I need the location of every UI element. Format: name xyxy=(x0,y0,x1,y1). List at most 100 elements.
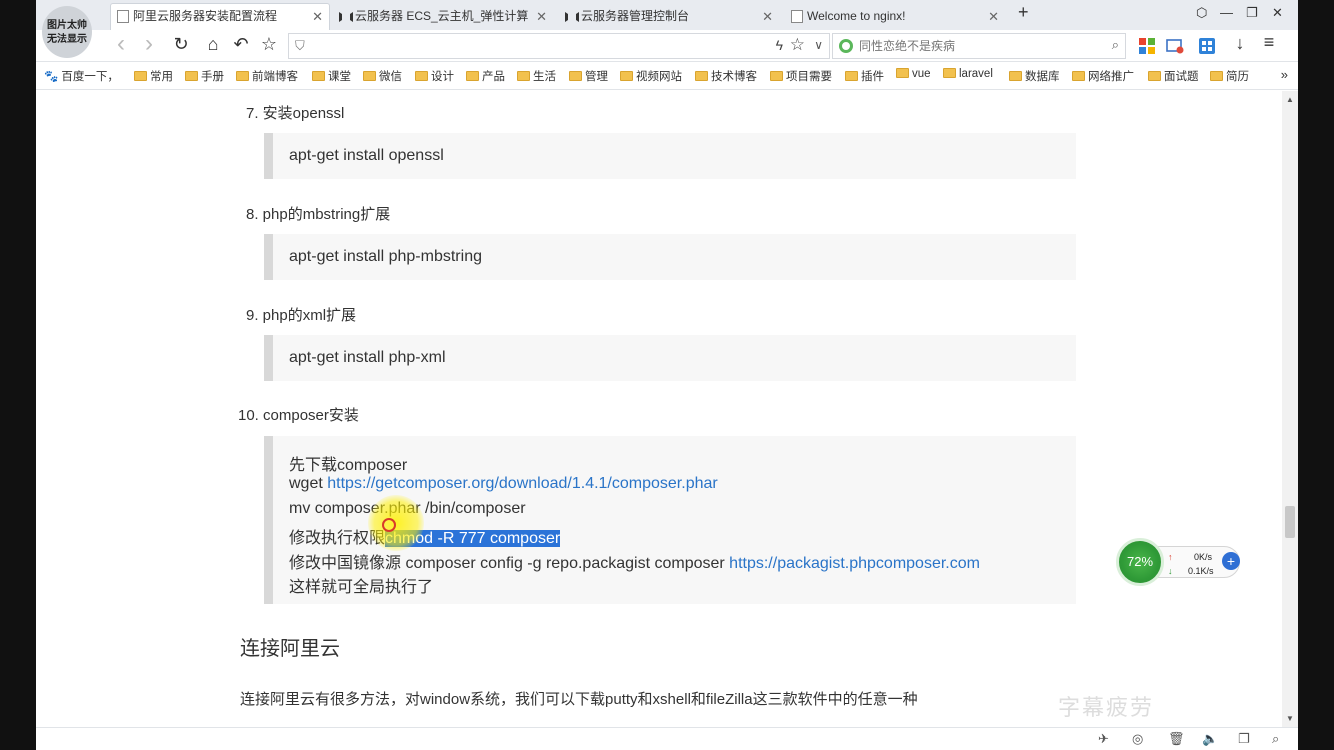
folder-icon xyxy=(363,71,376,81)
bookmarks-more-button[interactable]: » xyxy=(1281,67,1288,82)
bookmark-label: 产品 xyxy=(482,71,505,83)
bookmark-folder[interactable]: vue xyxy=(896,68,931,80)
menu-icon[interactable]: ≡ xyxy=(1258,32,1280,53)
aliyun-icon xyxy=(565,12,579,22)
folder-icon xyxy=(1009,71,1022,81)
search-box[interactable]: ⌕ xyxy=(832,33,1126,59)
step-8-heading: 8. php的mbstring扩展 xyxy=(246,206,391,223)
bookmark-folder[interactable]: 面试题 xyxy=(1148,68,1199,84)
zoom-icon[interactable]: ⌕ xyxy=(1272,731,1279,747)
section-heading: 连接阿里云 xyxy=(240,638,340,660)
reload-button[interactable]: ↻ xyxy=(170,34,192,55)
bookmark-folder[interactable]: 数据库 xyxy=(1009,68,1060,84)
tab-ecs[interactable]: 云服务器 ECS_云主机_弹性计算 ✕ xyxy=(332,3,554,30)
window-icon[interactable]: ❐ xyxy=(1238,731,1250,747)
close-icon[interactable]: ✕ xyxy=(762,4,773,29)
code-block: apt-get install openssl xyxy=(264,133,1076,179)
composer-download-link[interactable]: https://getcomposer.org/download/1.4.1/c… xyxy=(327,475,717,492)
bookmark-folder[interactable]: 前端博客 xyxy=(236,68,298,84)
restore-button[interactable]: ❐ xyxy=(1246,5,1258,21)
bookmark-folder[interactable]: 手册 xyxy=(185,68,224,84)
bookmark-folder[interactable]: 微信 xyxy=(363,68,402,84)
avatar-line-2: 无法显示 xyxy=(47,34,87,45)
tab-aliyun-guide[interactable]: 阿里云服务器安装配置流程 ✕ xyxy=(110,3,330,30)
search-input[interactable] xyxy=(859,36,1099,56)
bookmark-folder[interactable]: 产品 xyxy=(466,68,505,84)
step-10-heading: 10. composer安装 xyxy=(238,407,359,424)
favorites-button[interactable]: ☆ xyxy=(258,34,280,55)
forward-button[interactable]: › xyxy=(138,30,160,58)
bookmark-folder[interactable]: 生活 xyxy=(517,68,556,84)
bookmark-folder[interactable]: 课堂 xyxy=(312,68,351,84)
folder-icon xyxy=(845,71,858,81)
packagist-mirror-link[interactable]: https://packagist.phpcomposer.com xyxy=(729,555,980,572)
bookmark-folder[interactable]: laravel xyxy=(943,68,993,80)
close-icon[interactable]: ✕ xyxy=(536,4,547,29)
bookmark-label: 生活 xyxy=(533,71,556,83)
app-center-icon[interactable] xyxy=(1198,37,1216,55)
bookmark-label: 百度一下， xyxy=(61,71,119,83)
skin-icon[interactable]: ⬡ xyxy=(1196,5,1207,21)
new-tab-button[interactable]: + xyxy=(1018,2,1029,23)
close-window-button[interactable]: ✕ xyxy=(1272,5,1283,21)
folder-icon xyxy=(312,71,325,81)
close-icon[interactable]: ✕ xyxy=(312,4,323,29)
address-bar[interactable]: ⛉ ϟ ☆ ∨ xyxy=(288,33,830,59)
star-icon[interactable]: ☆ xyxy=(790,35,805,55)
windows-apps-icon[interactable] xyxy=(1138,37,1156,55)
bookmark-folder[interactable]: 项目需要 xyxy=(770,68,832,84)
minimize-button[interactable]: — xyxy=(1220,5,1233,20)
search-icon[interactable]: ⌕ xyxy=(1112,37,1119,53)
bolt-icon[interactable]: ϟ xyxy=(776,37,783,53)
tab-ecs-console[interactable]: 云服务器管理控制台 ✕ xyxy=(558,3,780,30)
scroll-down-arrow[interactable]: ▼ xyxy=(1286,714,1294,723)
folder-icon xyxy=(236,71,249,81)
bookmark-label: 设计 xyxy=(431,71,454,83)
tab-title: 云服务器 ECS_云主机_弹性计算 xyxy=(355,9,529,23)
bookmark-folder[interactable]: 视频网站 xyxy=(620,68,682,84)
bookmark-label: 课堂 xyxy=(328,71,351,83)
trash-icon[interactable]: 🗑 xyxy=(1168,731,1185,747)
bookmark-folder[interactable]: 网络推广 xyxy=(1072,68,1134,84)
scrollbar-thumb[interactable] xyxy=(1285,506,1295,538)
code-block: apt-get install php-xml xyxy=(264,335,1076,381)
code-block: apt-get install php-mbstring xyxy=(264,234,1076,280)
bookmark-folder[interactable]: 插件 xyxy=(845,68,884,84)
add-icon[interactable]: + xyxy=(1222,552,1240,570)
bookmark-folder[interactable]: 设计 xyxy=(415,68,454,84)
bookmark-baidu[interactable]: 🐾 百度一下， xyxy=(44,68,119,84)
bookmark-folder[interactable]: 常用 xyxy=(134,68,173,84)
user-avatar[interactable]: 图片太帅 无法显示 xyxy=(42,6,92,58)
sound-icon[interactable]: 🔈 xyxy=(1202,731,1218,747)
folder-icon xyxy=(185,71,198,81)
code-line: 这样就可全局执行了 xyxy=(289,579,434,596)
folder-icon xyxy=(1072,71,1085,81)
aliyun-icon xyxy=(339,12,353,22)
bookmark-folder[interactable]: 技术博客 xyxy=(695,68,757,84)
vertical-scrollbar[interactable]: ▲ ▼ xyxy=(1282,91,1298,727)
tab-nginx[interactable]: Welcome to nginx! ✕ xyxy=(784,3,1006,30)
bookmark-label: 前端博客 xyxy=(252,71,298,83)
search-engine-icon xyxy=(839,39,853,53)
home-button[interactable]: ⌂ xyxy=(202,34,224,55)
network-speed-widget[interactable]: 72% ↑ 0K/s ↓ 0.1K/s + xyxy=(1116,538,1242,586)
speedup-icon[interactable]: ◎ xyxy=(1132,731,1143,747)
scroll-up-arrow[interactable]: ▲ xyxy=(1286,95,1294,104)
chevron-down-icon[interactable]: ∨ xyxy=(814,38,823,52)
close-icon[interactable]: ✕ xyxy=(988,4,999,29)
bookmark-folder[interactable]: 简历 xyxy=(1210,68,1249,84)
folder-icon xyxy=(943,68,956,78)
download-icon[interactable]: ↓ xyxy=(1229,33,1251,54)
page-icon xyxy=(117,10,129,23)
pin-icon[interactable]: ✈ xyxy=(1098,731,1109,747)
screenshot-icon[interactable] xyxy=(1166,37,1184,55)
back-button[interactable]: ‹ xyxy=(110,30,132,58)
folder-icon xyxy=(415,71,428,81)
undo-close-button[interactable]: ↶ xyxy=(230,34,252,55)
step-7-heading: 7. 安装openssl xyxy=(246,105,345,122)
folder-icon xyxy=(1148,71,1161,81)
folder-icon xyxy=(134,71,147,81)
bookmark-folder[interactable]: 管理 xyxy=(569,68,608,84)
memory-usage-ring[interactable]: 72% xyxy=(1116,538,1164,586)
code-line: 先下载composer xyxy=(289,457,408,474)
